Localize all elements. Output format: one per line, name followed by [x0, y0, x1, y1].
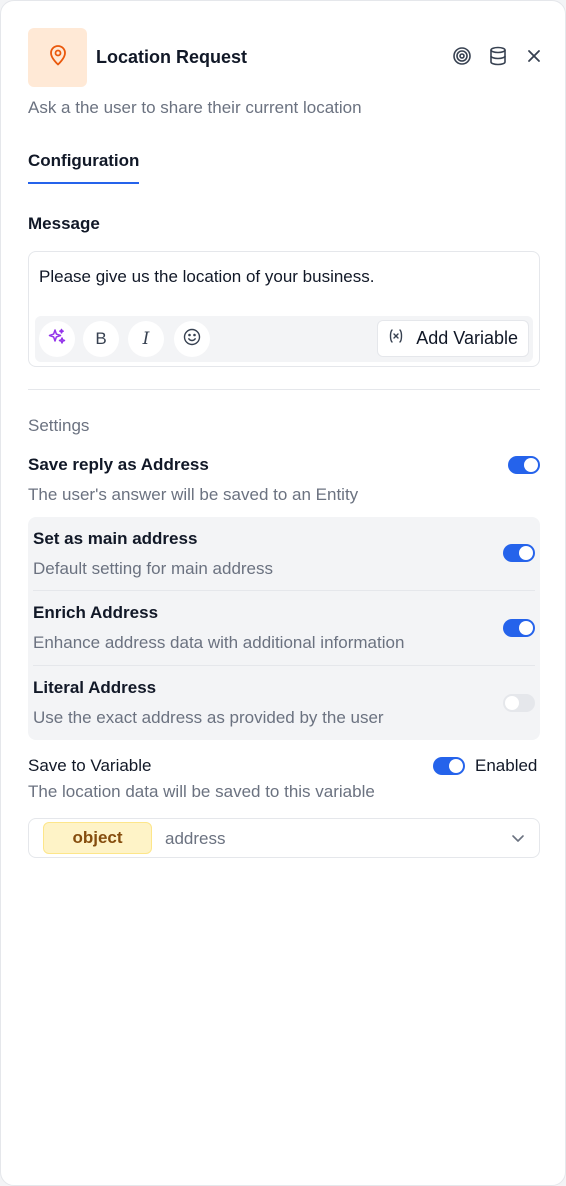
enrich-address-description: Enhance address data with additional inf… [33, 633, 405, 652]
enrich-address-toggle[interactable] [503, 619, 535, 637]
settings-heading: Settings [28, 416, 90, 435]
bold-button[interactable]: B [83, 321, 119, 357]
message-editor[interactable]: Please give us the location of your busi… [28, 251, 540, 367]
variable-name: address [165, 829, 226, 848]
address-options-group: Set as main address Default setting for … [28, 517, 540, 740]
close-icon[interactable] [523, 45, 545, 67]
node-icon-box [28, 28, 87, 87]
node-subtitle: Ask a the user to share their current lo… [28, 98, 362, 117]
header-actions [451, 45, 545, 67]
message-label: Message [28, 214, 100, 233]
bold-icon: B [95, 329, 107, 348]
variable-type-badge: object [43, 822, 152, 854]
italic-button[interactable]: I [128, 321, 164, 357]
emoji-icon [183, 328, 201, 351]
message-text[interactable]: Please give us the location of your busi… [39, 267, 374, 287]
sparkles-icon [48, 328, 66, 351]
save-to-variable-toggle[interactable] [433, 757, 465, 775]
literal-address-toggle[interactable] [503, 694, 535, 712]
map-pin-icon [48, 44, 68, 71]
message-toolbar: B I Add Variable [35, 316, 533, 362]
italic-icon: I [142, 329, 150, 349]
tab-configuration[interactable]: Configuration [28, 151, 140, 184]
database-icon[interactable] [487, 45, 509, 67]
node-title: Location Request [96, 47, 248, 67]
enrich-address-title: Enrich Address [33, 603, 159, 622]
save-reply-description: The user's answer will be saved to an En… [28, 485, 359, 504]
save-reply-title: Save reply as Address [28, 455, 209, 474]
save-reply-toggle[interactable] [508, 456, 540, 474]
literal-address-title: Literal Address [33, 678, 157, 697]
variable-select[interactable]: object address [28, 818, 540, 858]
chevron-down-icon [511, 831, 525, 850]
option-divider [33, 665, 535, 666]
main-address-toggle[interactable] [503, 544, 535, 562]
literal-address-description: Use the exact address as provided by the… [33, 708, 384, 727]
section-divider [28, 389, 540, 390]
add-variable-button[interactable]: Add Variable [377, 320, 529, 357]
save-to-variable-title: Save to Variable [28, 756, 152, 775]
target-icon[interactable] [451, 45, 473, 67]
ai-sparkles-button[interactable] [39, 321, 75, 357]
save-to-variable-description: The location data will be saved to this … [28, 782, 375, 801]
emoji-button[interactable] [174, 321, 210, 357]
variable-icon [388, 328, 404, 349]
main-address-description: Default setting for main address [33, 559, 274, 578]
option-divider [33, 590, 535, 591]
location-request-panel: Location Request Ask a the user to share… [0, 0, 566, 1186]
add-variable-label: Add Variable [416, 328, 518, 348]
save-to-variable-status: Enabled [475, 756, 538, 775]
main-address-title: Set as main address [33, 529, 198, 548]
